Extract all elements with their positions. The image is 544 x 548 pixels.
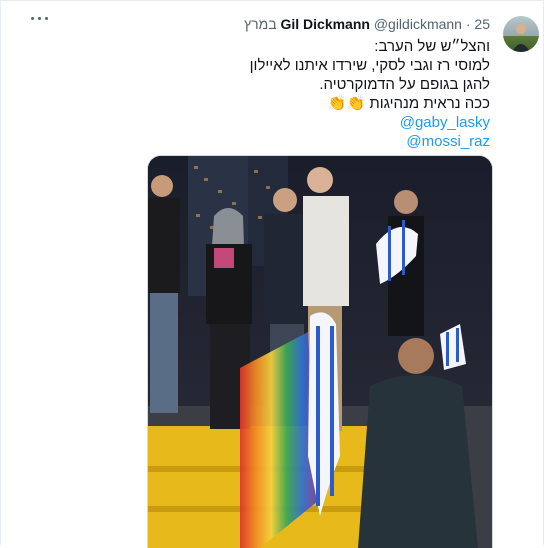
- tweet-line: ככה נראית מנהיגות 👏👏: [327, 95, 490, 112]
- author-handle[interactable]: @gildickmann: [374, 16, 462, 32]
- tweet-line: והצל״ש של הערב:: [374, 38, 490, 55]
- tweet-text: והצל״ש של הערב: למוסי רז וגבי לסקי, שירד…: [90, 37, 490, 151]
- separator-dot: ·: [465, 16, 471, 32]
- author-name[interactable]: Gil Dickmann: [280, 16, 369, 32]
- avatar[interactable]: [503, 16, 539, 52]
- more-options-icon[interactable]: [31, 14, 49, 24]
- mention-link[interactable]: @mossi_raz: [406, 132, 490, 151]
- tweet-line: להגן בגופם על הדמוקרטיה.: [319, 76, 490, 93]
- tweet-header: Gil Dickmann @gildickmann · 25 במרץ: [244, 16, 490, 32]
- tweet-line: למוסי רז וגבי לסקי, שירדו איתנו לאיילון: [249, 57, 490, 74]
- tweet-photo[interactable]: [147, 155, 493, 548]
- mention-link[interactable]: @gaby_lasky: [400, 113, 490, 132]
- tweet-card: Gil Dickmann @gildickmann · 25 במרץ והצל…: [0, 0, 544, 548]
